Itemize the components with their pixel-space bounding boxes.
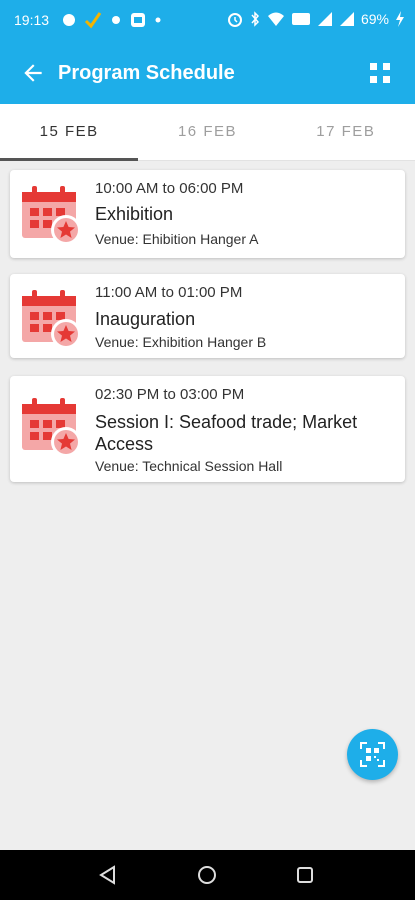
event-venue: Venue: Ehibition Hanger A bbox=[95, 231, 259, 247]
calendar-star-icon bbox=[22, 398, 81, 457]
event-name: Inauguration bbox=[95, 309, 196, 329]
event-time: 02:30 PM to 03:00 PM bbox=[95, 386, 245, 403]
checkmark-icon bbox=[84, 12, 102, 29]
page-title: Program Schedule bbox=[58, 62, 235, 84]
status-bar: 19:13 69% bbox=[0, 0, 415, 42]
nav-back-icon[interactable] bbox=[98, 865, 118, 885]
signal-icon bbox=[317, 12, 332, 26]
scan-fab-button[interactable] bbox=[347, 729, 398, 780]
event-venue: Venue: Technical Session Hall bbox=[95, 458, 283, 474]
tab-17-feb[interactable]: 17 FEB bbox=[277, 104, 415, 160]
volte-icon bbox=[291, 13, 310, 25]
signal-2-icon bbox=[339, 12, 354, 26]
calendar-star-icon bbox=[22, 186, 81, 245]
date-tabs: 15 FEB 16 FEB 17 FEB bbox=[0, 104, 415, 161]
wifi-icon bbox=[267, 12, 284, 26]
calendar-star-icon bbox=[22, 290, 81, 349]
more-notifications-icon bbox=[155, 17, 161, 23]
notification-icons bbox=[62, 11, 162, 29]
event-name: Exhibition bbox=[95, 204, 174, 224]
system-nav-bar bbox=[0, 850, 415, 900]
bluetooth-icon bbox=[251, 11, 259, 27]
event-card[interactable]: 10:00 AM to 06:00 PM Exhibition Venue: E… bbox=[10, 170, 405, 258]
status-time: 19:13 bbox=[14, 12, 50, 28]
nav-home-icon[interactable] bbox=[197, 865, 217, 885]
event-time: 10:00 AM to 06:00 PM bbox=[95, 180, 244, 197]
qr-scan-icon bbox=[360, 742, 385, 767]
system-icons: 69% bbox=[227, 11, 405, 27]
battery-percent: 69% bbox=[360, 11, 389, 27]
charging-icon bbox=[396, 11, 404, 27]
event-venue: Venue: Exhibition Hanger B bbox=[95, 334, 267, 350]
notification-app-icon bbox=[63, 14, 75, 26]
event-card[interactable]: 11:00 AM to 01:00 PM Inauguration Venue:… bbox=[10, 274, 405, 358]
grid-view-icon[interactable] bbox=[369, 62, 391, 84]
chat-icon bbox=[131, 13, 145, 27]
tab-16-feb[interactable]: 16 FEB bbox=[138, 104, 276, 160]
tab-15-feb[interactable]: 15 FEB bbox=[0, 104, 139, 161]
event-name: Session I: Seafood trade; Market Access bbox=[95, 412, 358, 454]
event-card[interactable]: 02:30 PM to 03:00 PM Session I: Seafood … bbox=[10, 376, 405, 482]
event-time: 11:00 AM to 01:00 PM bbox=[95, 284, 243, 301]
alarm-icon bbox=[227, 13, 242, 27]
back-arrow-icon[interactable] bbox=[20, 60, 46, 86]
notification-dot-icon bbox=[112, 16, 120, 24]
nav-recent-icon[interactable] bbox=[296, 866, 314, 884]
app-bar: Program Schedule bbox=[0, 42, 415, 104]
